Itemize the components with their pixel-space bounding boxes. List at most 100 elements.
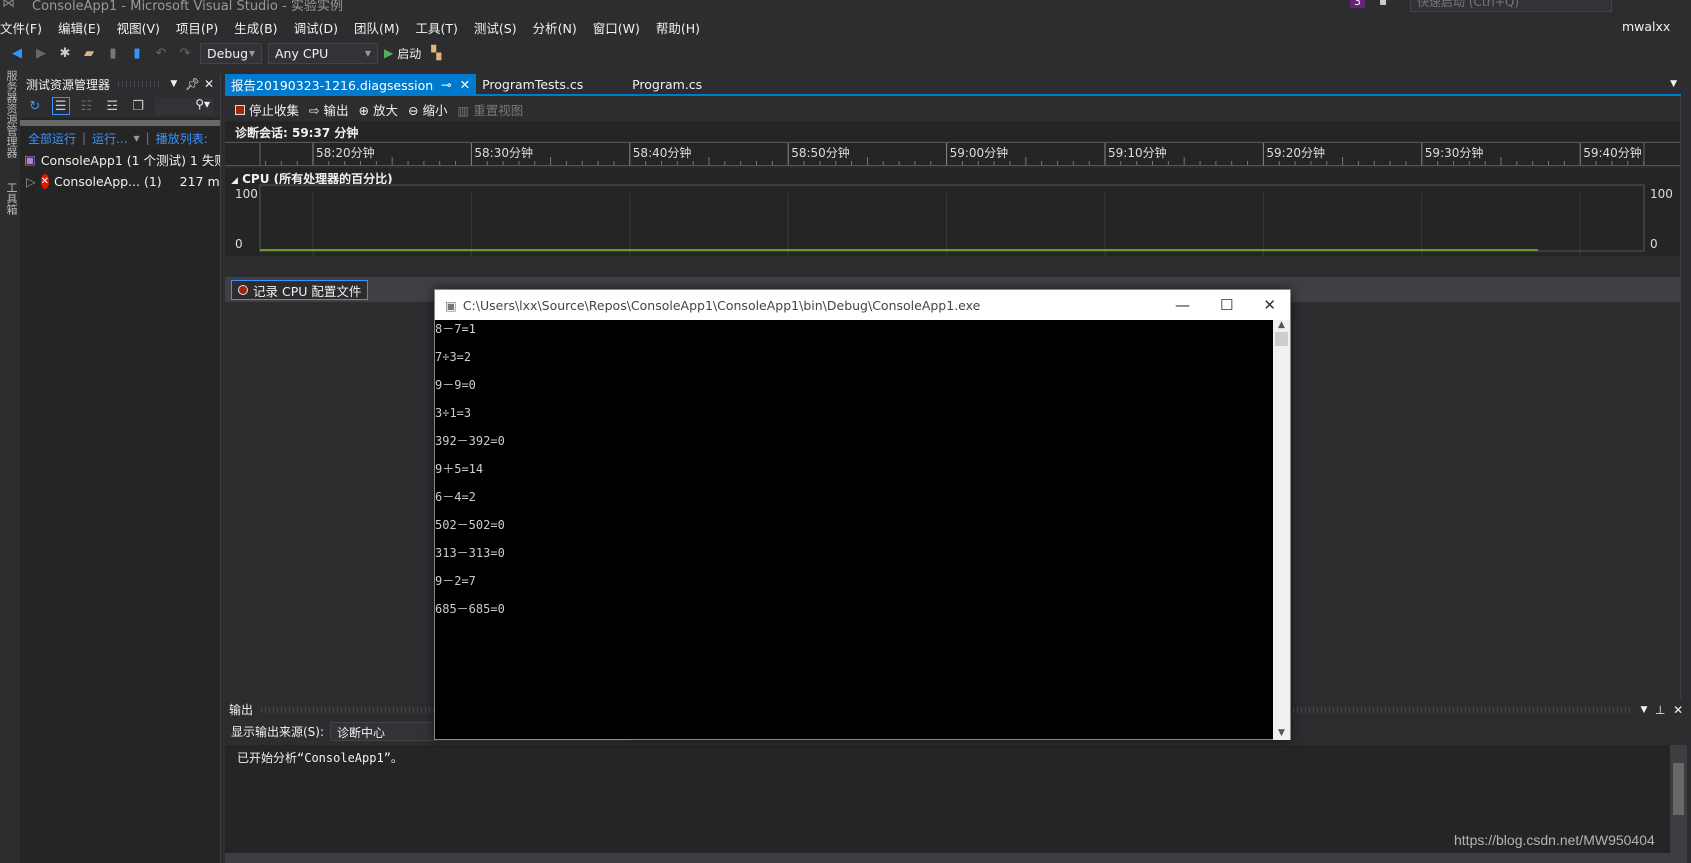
menu-project[interactable]: 项目(P) [176, 18, 228, 37]
console-output: 8－7=1 7÷3=2 9－9=0 3÷1=3 392－392=0 9＋5=14 6－4=2… [435, 320, 1273, 740]
tab-overflow-icon[interactable]: ▼ [1670, 79, 1677, 89]
x-tick-label: 58:50分钟 [791, 145, 850, 160]
start-button[interactable]: ▶ 启动 [384, 45, 421, 62]
console-app-icon: ▣ [445, 297, 457, 313]
menu-tools[interactable]: 工具(T) [416, 18, 468, 37]
hierarchy-icon[interactable]: ☷ [78, 97, 96, 115]
close-icon[interactable]: ✕ [204, 77, 214, 91]
undo-icon[interactable]: ↶ [152, 44, 170, 62]
toolbar: ◀ ▶ ✱ ▰ ▮ ▮ ↶ ↷ Debug ▼ Any CPU ▼ ▶ 启动 ▚ [0, 41, 445, 65]
console-scrollbar[interactable]: ▲ ▼ [1273, 320, 1290, 740]
run-icon[interactable]: ↻ [26, 97, 44, 115]
console-line: 8－7=1 [435, 322, 476, 336]
console-titlebar[interactable]: ▣ C:\Users\lxx\Source\Repos\ConsoleApp1\C… [435, 290, 1290, 320]
redo-icon[interactable]: ↷ [176, 44, 194, 62]
test-explorer-panel: 测试资源管理器 ▼ 📌︎ ✕ ↻ ☰ ☷ ☲ ❐ ⚲▾ 全部运行 | 运行... ▼ |… [20, 74, 221, 863]
server-explorer-tab[interactable]: 服务器资源管理器 [3, 70, 19, 158]
tree-item-test[interactable]: ▷ ✕ConsoleApp... (1) 217 ms [20, 170, 220, 192]
quick-launch-input[interactable]: 快速启动 (Ctrl+Q) [1410, 0, 1612, 12]
watermark: https://blog.csdn.net/MW950404 [1454, 832, 1655, 848]
run-all-link[interactable]: 全部运行 [28, 130, 76, 147]
forward-icon[interactable]: ▶ [32, 44, 50, 62]
output-vertical-scrollbar[interactable] [1670, 745, 1687, 853]
console-line: 3÷1=3 [435, 406, 472, 420]
search-box[interactable]: ⚲▾ [154, 97, 214, 115]
close-icon[interactable]: ✕ [460, 77, 470, 92]
minimize-icon[interactable]: — [1175, 296, 1190, 314]
menu-team[interactable]: 团队(M) [354, 18, 410, 37]
maximize-icon[interactable]: ☐ [1220, 296, 1233, 314]
playlist-link[interactable]: 播放列表: [156, 130, 208, 147]
open-folder-icon[interactable]: ▰ [80, 44, 98, 62]
zoom-out-icon: ⊖ [407, 102, 419, 118]
console-line: 9－2=7 [435, 574, 476, 588]
x-tick-label: 59:30分钟 [1425, 145, 1484, 160]
menu-file[interactable]: 文件(F) [0, 18, 52, 37]
console-line: 313－313=0 [435, 546, 505, 560]
chevron-down-icon: ▼ [248, 48, 255, 58]
run-link[interactable]: 运行... [92, 130, 127, 147]
pin-icon[interactable]: ⊥ [1655, 703, 1665, 717]
tab-program[interactable]: Program.cs [626, 74, 708, 94]
back-icon[interactable]: ◀ [8, 44, 26, 62]
zoom-in-button[interactable]: ⊕ 放大 [358, 100, 397, 119]
dropdown-icon[interactable]: ▼ [1640, 705, 1647, 715]
tree-item-label: ConsoleApp... (1) [54, 173, 162, 189]
menu-build[interactable]: 生成(B) [234, 18, 287, 37]
console-line: 392－392=0 [435, 434, 505, 448]
reset-view-button[interactable]: ▥ 重置视图 [457, 100, 523, 119]
tree-item-project[interactable]: ▣ ConsoleApp1 (1 个测试) 1 失败 [20, 148, 220, 170]
tab-diagsession[interactable]: 报告20190323-1216.diagsession ⊸ ✕ [225, 74, 477, 94]
side-tab-strip: 服务器资源管理器 工具箱 [0, 70, 20, 863]
find-in-files-icon[interactable]: ▚ [427, 44, 445, 62]
progress-bar [20, 120, 220, 126]
output-button[interactable]: ⇨ 输出 [309, 100, 348, 119]
test-explorer-title: 测试资源管理器 [26, 77, 111, 92]
console-line: 7÷3=2 [435, 350, 472, 364]
platform-dropdown[interactable]: Any CPU ▼ [268, 42, 378, 64]
expand-arrow-icon[interactable]: ▷ [26, 174, 36, 189]
group-icon[interactable]: ☰ [51, 97, 70, 115]
menu-test[interactable]: 测试(S) [474, 18, 527, 37]
toolbox-tab[interactable]: 工具箱 [3, 182, 19, 215]
pin-icon[interactable]: 📌︎ [185, 77, 200, 91]
session-duration: 诊断会话: 59:37 分钟 [225, 121, 1680, 141]
copy-icon[interactable]: ❐ [129, 97, 147, 115]
expand-icon[interactable]: ☲ [103, 97, 121, 115]
x-tick-label: 59:20分钟 [1266, 145, 1325, 160]
label: 放大 [372, 102, 398, 118]
dropdown-icon[interactable]: ▼ [170, 79, 177, 89]
tab-programtests[interactable]: ProgramTests.cs [476, 74, 626, 94]
record-cpu-profile-button[interactable]: 记录 CPU 配置文件 [231, 280, 369, 300]
notification-badge[interactable]: 3 [1350, 0, 1365, 8]
chevron-down-icon[interactable]: ▼ [134, 134, 140, 143]
zoom-out-button[interactable]: ⊖ 缩小 [408, 100, 447, 119]
timeline-ruler[interactable]: 58:20分钟 58:30分钟 58:40分钟 58:50分钟 59:00分钟 59:10… [225, 142, 1680, 166]
chevron-down-icon: ▼ [364, 48, 371, 58]
save-all-icon[interactable]: ▮ [128, 44, 146, 62]
stop-icon [235, 104, 245, 115]
output-horizontal-scrollbar[interactable] [225, 853, 1687, 863]
plot-frame [259, 184, 1645, 252]
user-account[interactable]: mwalxx [1622, 19, 1670, 34]
label: 输出 [323, 102, 349, 118]
x-tick-label: 59:00分钟 [950, 145, 1009, 160]
menu-window[interactable]: 窗口(W) [593, 18, 650, 37]
menu-debug[interactable]: 调试(D) [294, 18, 348, 37]
menu-view[interactable]: 视图(V) [117, 18, 170, 37]
menu-edit[interactable]: 编辑(E) [58, 18, 111, 37]
pin-icon[interactable]: ⊸ [441, 77, 451, 92]
configuration-dropdown[interactable]: Debug ▼ [200, 42, 262, 64]
x-tick-label: 58:40分钟 [633, 145, 692, 160]
menu-analyze[interactable]: 分析(N) [533, 18, 587, 37]
save-icon[interactable]: ▮ [104, 44, 122, 62]
y-tick-label: 0 [1650, 237, 1658, 251]
record-label: 记录 CPU 配置文件 [253, 283, 362, 299]
menu-help[interactable]: 帮助(H) [656, 18, 710, 37]
close-icon[interactable]: ✕ [1673, 703, 1683, 717]
close-icon[interactable]: ✕ [1263, 296, 1276, 314]
feedback-icon[interactable]: ▪ [1379, 0, 1387, 8]
stop-collection-button[interactable]: 停止收集 [235, 100, 299, 119]
source-label: 显示输出来源(S): [231, 724, 325, 739]
new-project-icon[interactable]: ✱ [56, 44, 74, 62]
